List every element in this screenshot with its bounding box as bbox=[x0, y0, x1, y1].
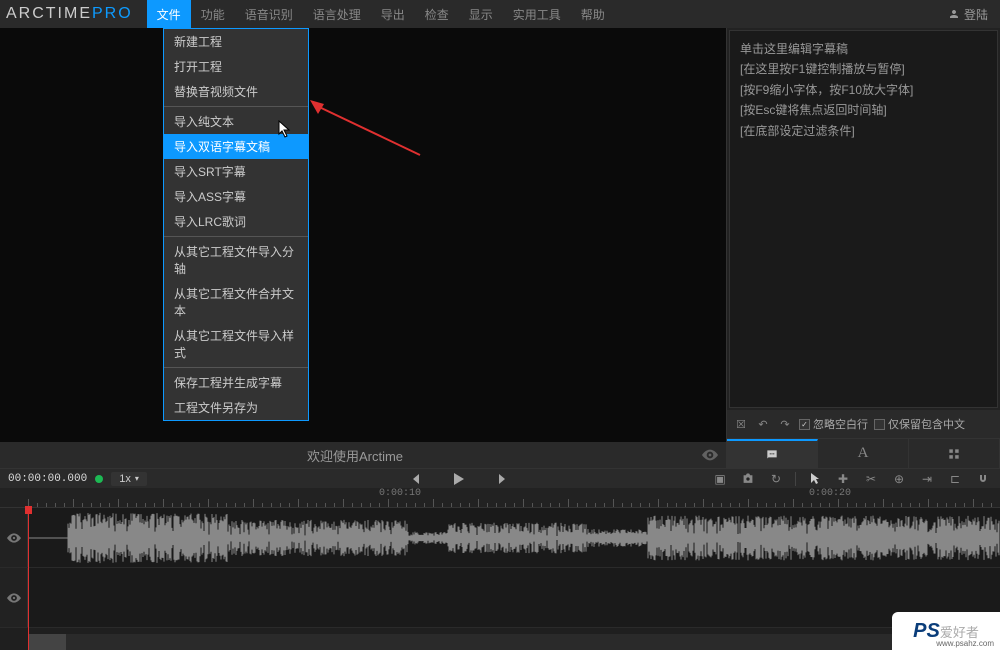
keep-chinese-checkbox[interactable]: 仅保留包含中文 bbox=[874, 416, 965, 432]
add-tool[interactable]: ✚ bbox=[834, 470, 852, 488]
refresh-icon[interactable]: ↻ bbox=[767, 470, 785, 488]
tab-chat[interactable] bbox=[727, 439, 818, 468]
sidepanel-toolbar: ☒ ↶ ↷ 忽略空白行 仅保留包含中文 bbox=[727, 410, 1000, 438]
hint-line: [在底部设定过滤条件] bbox=[740, 121, 987, 141]
timecode-display: 00:00:00.000 bbox=[8, 473, 87, 485]
waveform-track[interactable] bbox=[28, 508, 1000, 567]
speed-selector[interactable]: 1x bbox=[111, 472, 147, 486]
group-icon bbox=[947, 447, 961, 461]
sidepanel-tabs: A bbox=[727, 438, 1000, 468]
menu-item-speech[interactable]: 语音识别 bbox=[235, 0, 303, 29]
menu-item-file[interactable]: 文件 bbox=[147, 0, 191, 29]
hint-line: [按F9缩小字体，按F10放大字体] bbox=[740, 80, 987, 100]
capture-icon[interactable]: ▣ bbox=[711, 470, 729, 488]
menu-item-language[interactable]: 语言处理 bbox=[303, 0, 371, 29]
merge-tool[interactable]: ⇥ bbox=[918, 470, 936, 488]
menu-item-function[interactable]: 功能 bbox=[191, 0, 235, 29]
menu-item-help[interactable]: 帮助 bbox=[571, 0, 615, 29]
ruler-label: 0:00:10 bbox=[379, 488, 421, 499]
audio-track bbox=[0, 508, 1000, 568]
playhead[interactable] bbox=[28, 508, 29, 650]
prev-button[interactable] bbox=[403, 471, 427, 487]
menu-item-tools[interactable]: 实用工具 bbox=[503, 0, 571, 29]
play-button[interactable] bbox=[447, 471, 471, 487]
timeline-ruler[interactable]: 0:00:10 0:00:20 bbox=[0, 488, 1000, 508]
menu-separator bbox=[164, 106, 308, 107]
menu-import-lrc[interactable]: 导入LRC歌词 bbox=[164, 209, 308, 234]
status-dot bbox=[95, 475, 103, 483]
cursor-icon bbox=[278, 120, 292, 138]
tab-group[interactable] bbox=[909, 439, 1000, 468]
drag-tool[interactable]: ⊕ bbox=[890, 470, 908, 488]
redo-icon[interactable]: ↷ bbox=[777, 416, 793, 432]
watermark: PS爱好者 www.psahz.com bbox=[892, 612, 1000, 650]
trash-icon[interactable]: ☒ bbox=[733, 416, 749, 432]
track-visibility[interactable] bbox=[0, 568, 28, 627]
next-button[interactable] bbox=[491, 471, 515, 487]
chat-icon bbox=[764, 448, 780, 462]
pointer-tool[interactable] bbox=[806, 470, 824, 488]
ignore-blank-checkbox[interactable]: 忽略空白行 bbox=[799, 416, 868, 432]
menu-item-display[interactable]: 显示 bbox=[459, 0, 503, 29]
hint-line: [按Esc键将焦点返回时间轴] bbox=[740, 100, 987, 120]
menu-separator bbox=[164, 367, 308, 368]
scrollbar-handle[interactable] bbox=[28, 634, 66, 650]
subtitle-editor[interactable]: 单击这里编辑字幕稿 [在这里按F1键控制播放与暂停] [按F9缩小字体，按F10… bbox=[729, 30, 998, 408]
subtitle-track bbox=[0, 568, 1000, 628]
welcome-text: 欢迎使用Arctime bbox=[8, 446, 702, 465]
menu-import-timing[interactable]: 从其它工程文件导入分轴 bbox=[164, 239, 308, 281]
waveform bbox=[28, 508, 1000, 568]
menu-merge-text[interactable]: 从其它工程文件合并文本 bbox=[164, 281, 308, 323]
menu-item-export[interactable]: 导出 bbox=[371, 0, 415, 29]
undo-icon[interactable]: ↶ bbox=[755, 416, 771, 432]
menu-import-ass[interactable]: 导入ASS字幕 bbox=[164, 184, 308, 209]
user-icon bbox=[948, 8, 960, 20]
camera-icon[interactable] bbox=[739, 470, 757, 488]
timeline-scrollbar[interactable] bbox=[28, 634, 1000, 650]
magnet-tool[interactable] bbox=[974, 470, 992, 488]
hint-line: 单击这里编辑字幕稿 bbox=[740, 39, 987, 59]
menu-import-srt[interactable]: 导入SRT字幕 bbox=[164, 159, 308, 184]
menu-item-check[interactable]: 检查 bbox=[415, 0, 459, 29]
menu-open-project[interactable]: 打开工程 bbox=[164, 54, 308, 79]
menu-save-generate[interactable]: 保存工程并生成字幕 bbox=[164, 370, 308, 395]
subtitle-track-body[interactable] bbox=[28, 568, 1000, 627]
menu-save-as[interactable]: 工程文件另存为 bbox=[164, 395, 308, 420]
app-logo: ARCTIMEPRO bbox=[6, 5, 133, 23]
menu-new-project[interactable]: 新建工程 bbox=[164, 29, 308, 54]
visibility-icon[interactable] bbox=[702, 449, 718, 461]
menu-items: 文件 功能 语音识别 语言处理 导出 检查 显示 实用工具 帮助 bbox=[147, 0, 615, 29]
bracket-tool[interactable]: ⊏ bbox=[946, 470, 964, 488]
menubar: ARCTIMEPRO 文件 功能 语音识别 语言处理 导出 检查 显示 实用工具… bbox=[0, 0, 1000, 28]
subtitle-sidepanel: 单击这里编辑字幕稿 [在这里按F1键控制播放与暂停] [按F9缩小字体，按F10… bbox=[726, 28, 1000, 468]
split-tool[interactable]: ✂ bbox=[862, 470, 880, 488]
timeline: 0:00:10 0:00:20 bbox=[0, 488, 1000, 650]
track-visibility[interactable] bbox=[0, 508, 28, 567]
preview-panel: 欢迎使用Arctime bbox=[0, 28, 726, 468]
video-preview[interactable] bbox=[0, 28, 726, 442]
main-area: 欢迎使用Arctime 单击这里编辑字幕稿 [在这里按F1键控制播放与暂停] [… bbox=[0, 28, 1000, 468]
preview-footer: 欢迎使用Arctime bbox=[0, 442, 726, 468]
hint-line: [在这里按F1键控制播放与暂停] bbox=[740, 59, 987, 79]
tab-style[interactable]: A bbox=[818, 439, 909, 468]
file-menu-dropdown: 新建工程 打开工程 替换音视频文件 导入纯文本 导入双语字幕文稿 导入SRT字幕… bbox=[163, 28, 309, 421]
menu-replace-av[interactable]: 替换音视频文件 bbox=[164, 79, 308, 104]
menu-import-style[interactable]: 从其它工程文件导入样式 bbox=[164, 323, 308, 365]
transport-bar: 00:00:00.000 1x ▣ ↻ ✚ ✂ ⊕ ⇥ ⊏ bbox=[0, 468, 1000, 488]
ruler-label: 0:00:20 bbox=[809, 488, 851, 499]
login-button[interactable]: 登陆 bbox=[948, 6, 994, 23]
menu-separator bbox=[164, 236, 308, 237]
timeline-tracks bbox=[0, 508, 1000, 650]
